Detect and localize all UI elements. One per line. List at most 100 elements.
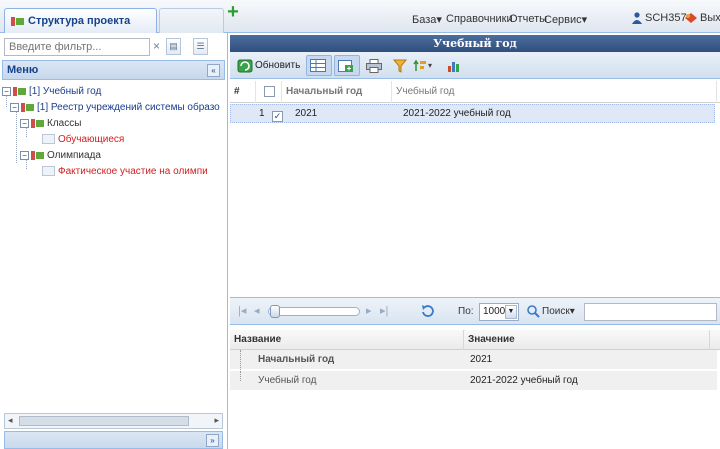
property-name: Начальный год [258,354,335,365]
prev-page-icon[interactable]: ◂ [254,304,260,317]
filter-input[interactable] [4,38,150,56]
property-value: 2021-2022 учебный год [470,375,578,386]
chevron-down-icon: ▾ [428,61,433,70]
property-row[interactable]: Начальный год 2021 [230,350,717,370]
expand-icon[interactable]: » [206,434,219,447]
row-checkbox[interactable]: ✓ [272,108,283,125]
form-view-button[interactable] [334,55,360,76]
select-all-checkbox[interactable] [264,86,275,97]
col-number-header[interactable]: # [230,81,256,103]
grid-view-button[interactable] [306,55,332,76]
toolbar: Обновить ▾ [230,52,720,79]
user-name: SCH357 [645,12,687,24]
property-name: Учебный год [258,375,317,386]
user-menu[interactable]: SCH357 [632,12,687,24]
col-academic-year-header[interactable]: Учебный год [392,81,717,103]
page-size-label: По: [458,306,474,317]
exit-label: Вых [700,12,720,24]
refresh-icon [237,59,253,72]
prop-value-header[interactable]: Значение [464,330,710,350]
property-row[interactable]: Учебный год 2021-2022 учебный год [230,371,717,391]
refresh-button[interactable]: Обновить [234,55,303,76]
panel-title: Учебный год [230,35,720,52]
project-structure-tab-label: Структура проекта [28,15,131,27]
tree-node-label: Фактическое участие на олимпи [58,165,208,177]
row-number: 1 [259,108,265,119]
document-icon [42,166,55,176]
menu-reports[interactable]: Отчеты [509,13,547,25]
search-icon [527,305,540,318]
tree-node-label: Олимпиада [47,149,101,161]
properties-header: Название Значение [230,330,720,350]
col-select-header[interactable] [256,81,282,103]
tree-node-olympiad[interactable]: − Олимпиада [20,147,101,163]
reload-icon[interactable] [420,304,435,319]
chevron-down-icon[interactable]: ▼ [505,305,517,319]
left-panel: × ▤ ☰ Меню « − [1] Учебный год − [1] Рее… [0,33,228,449]
next-page-icon[interactable]: ▸ [366,304,372,317]
cell-start-year: 2021 [295,108,318,119]
structure-icon [11,16,24,26]
document-icon [42,134,55,144]
tree-node-students[interactable]: Обучающиеся [42,131,124,147]
page-slider[interactable] [268,305,360,318]
prop-name-header[interactable]: Название [230,330,464,350]
list-view-icon[interactable]: ☰ [193,38,208,55]
top-bar: Структура проекта + База▾ Справочники От… [0,0,720,33]
horizontal-scrollbar[interactable]: ◂ ▸ [4,413,223,429]
filter-options-icon[interactable]: ▤ [166,38,181,55]
collapse-icon[interactable]: − [20,118,29,128]
form-edit-icon [338,59,353,72]
menu-base[interactable]: База▾ [412,13,442,26]
tree-node-label: [1] Учебный год [29,85,102,97]
table-row[interactable]: 1 ✓ 2021 2021-2022 учебный год [230,104,715,123]
first-page-icon[interactable]: |◂ [238,304,246,317]
col-start-year-header[interactable]: Начальный год [282,81,392,103]
tree-node-classes[interactable]: − Классы [20,115,81,131]
menu-header: Меню « [2,60,225,80]
menu-directories[interactable]: Справочники [446,13,513,25]
collapse-icon[interactable]: − [20,150,29,160]
search-input[interactable] [584,303,717,321]
tree-node-label: [1] Реестр учреждений системы образо [37,101,220,113]
print-icon [366,58,382,73]
page-slider-thumb[interactable] [270,305,280,318]
add-tab-button[interactable]: + [224,2,242,22]
grid-header: # Начальный год Учебный год [230,81,720,103]
tree-node-label: Обучающиеся [58,133,125,145]
empty-tab[interactable] [159,8,224,33]
clear-filter-button[interactable]: × [153,39,160,53]
print-button[interactable] [363,55,385,76]
tree-node-olympiad-participation[interactable]: Фактическое участие на олимпи [42,163,208,179]
project-structure-tab[interactable]: Структура проекта [4,8,157,33]
user-icon [632,12,642,24]
filter-icon [393,59,407,73]
collapse-icon[interactable]: − [2,86,11,96]
last-page-icon[interactable]: ▸| [380,304,388,317]
exit-icon [685,13,697,23]
scroll-left-icon[interactable]: ◂ [8,415,13,426]
menu-collapse-icon[interactable]: « [207,63,220,77]
scrollbar-thumb[interactable] [19,416,189,426]
page-size-select[interactable]: 1000 ▼ [479,303,519,321]
scroll-right-icon[interactable]: ▸ [214,415,219,426]
tree-node-academic-year[interactable]: − [1] Учебный год [2,83,101,99]
chart-icon [448,61,459,72]
sort-button[interactable]: ▾ [410,55,435,76]
folder-icon [31,150,44,160]
filter-button[interactable] [390,55,410,76]
chart-button[interactable] [444,55,464,76]
folder-icon [13,86,26,96]
collapse-icon[interactable]: − [10,102,19,112]
search-menu-label: Поиск▾ [542,305,575,317]
cell-academic-year: 2021-2022 учебный год [403,108,511,119]
property-value: 2021 [470,354,493,365]
menu-service[interactable]: Сервис▾ [544,13,587,26]
exit-button[interactable]: Вых [684,12,720,24]
refresh-label: Обновить [255,60,301,71]
tree-node-registry[interactable]: − [1] Реестр учреждений системы образо [10,99,220,115]
menu-title: Меню [7,64,39,76]
folder-icon [21,102,34,112]
table-icon [310,59,326,72]
search-menu-button[interactable]: Поиск▾ [526,304,575,318]
